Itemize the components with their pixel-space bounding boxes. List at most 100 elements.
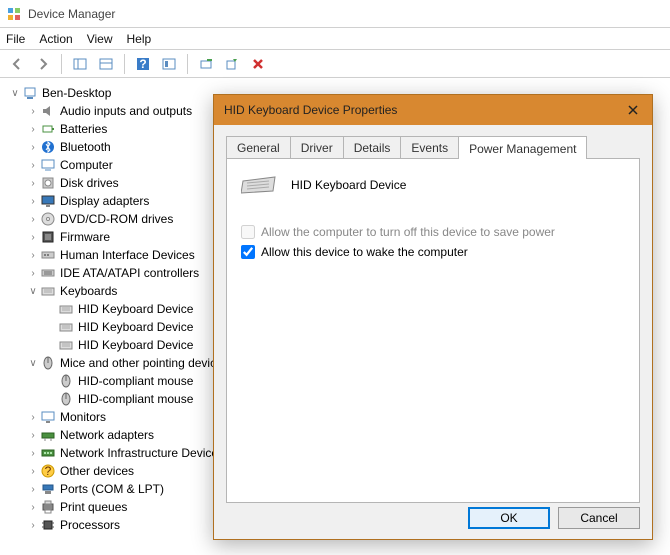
dialog-titlebar[interactable]: HID Keyboard Device Properties [214,95,652,125]
ports-icon [40,481,56,497]
keyboard-icon [40,283,56,299]
expander-icon[interactable]: › [26,232,40,243]
tree-category-label: Computer [60,158,113,172]
tree-category-label: Keyboards [60,284,117,298]
tree-category-label: Monitors [60,410,106,424]
toolbar-separator [187,54,188,74]
window-titlebar: Device Manager [0,0,670,28]
close-button[interactable] [624,101,642,119]
computer-icon [40,157,56,173]
menu-view[interactable]: View [87,32,113,46]
window-title: Device Manager [28,7,115,21]
ok-button[interactable]: OK [468,507,550,529]
dvd-icon [40,211,56,227]
tab-events[interactable]: Events [400,136,459,158]
pc-icon [22,85,38,101]
ide-icon [40,265,56,281]
checkbox-allow-wake-input[interactable] [241,245,255,259]
expander-icon[interactable]: › [26,178,40,189]
tree-category-label: Network Infrastructure Devices [60,446,224,460]
expander-icon[interactable]: › [26,484,40,495]
tree-category-label: DVD/CD-ROM drives [60,212,173,226]
tab-driver[interactable]: Driver [290,136,344,158]
monitor-icon [40,409,56,425]
expander-icon[interactable]: › [26,196,40,207]
tree-root-label: Ben-Desktop [42,86,111,100]
tree-category-label: Ports (COM & LPT) [60,482,164,496]
battery-icon [40,121,56,137]
tree-device-label: HID Keyboard Device [78,338,193,352]
hid-icon [40,247,56,263]
menubar: File Action View Help [0,28,670,50]
expander-icon[interactable]: › [26,106,40,117]
expander-icon[interactable]: ∨ [26,286,40,297]
toolbar-uninstall[interactable] [247,53,269,75]
checkbox-allow-wake[interactable]: Allow this device to wake the computer [241,245,625,259]
expander-icon[interactable]: › [26,268,40,279]
dialog-title: HID Keyboard Device Properties [224,103,397,117]
network-icon [40,427,56,443]
back-button[interactable] [6,53,28,75]
dialog-button-row: OK Cancel [468,507,640,529]
expander-icon[interactable]: › [26,412,40,423]
toolbar-separator [61,54,62,74]
tree-category-label: IDE ATA/ATAPI controllers [60,266,199,280]
expander-icon[interactable]: › [26,142,40,153]
toolbar-properties[interactable] [95,53,117,75]
tree-category-label: Other devices [60,464,134,478]
display-icon [40,193,56,209]
toolbar-show-hide[interactable] [69,53,91,75]
expander-icon[interactable]: ∨ [8,88,22,99]
keyboard-icon [58,319,74,335]
toolbar-help[interactable]: ? [132,53,154,75]
expander-icon[interactable]: › [26,214,40,225]
menu-file[interactable]: File [6,32,25,46]
app-icon [6,6,22,22]
netinfra-icon [40,445,56,461]
tree-category-label: Human Interface Devices [60,248,195,262]
keyboard-icon [241,175,277,195]
menu-action[interactable]: Action [39,32,72,46]
checkbox-allow-turnoff-input [241,225,255,239]
forward-button[interactable] [32,53,54,75]
print-icon [40,499,56,515]
tree-device-label: HID-compliant mouse [78,392,193,406]
tab-page-power-management: HID Keyboard Device Allow the computer t… [226,158,640,503]
tab-details[interactable]: Details [343,136,402,158]
expander-icon[interactable]: › [26,124,40,135]
cancel-button[interactable]: Cancel [558,507,640,529]
tree-category-label: Mice and other pointing devices [60,356,229,370]
mouse-icon [58,391,74,407]
tab-power-management[interactable]: Power Management [458,136,587,159]
tree-category-label: Firmware [60,230,110,244]
firmware-icon [40,229,56,245]
toolbar-scan[interactable] [195,53,217,75]
tree-category-label: Bluetooth [60,140,111,154]
toolbar: ? [0,50,670,78]
tree-category-label: Processors [60,518,120,532]
toolbar-update[interactable] [221,53,243,75]
tree-category-label: Network adapters [60,428,154,442]
expander-icon[interactable]: ∨ [26,358,40,369]
toolbar-action[interactable] [158,53,180,75]
checkbox-allow-turnoff-label: Allow the computer to turn off this devi… [261,225,555,239]
mouse-icon [40,355,56,371]
expander-icon[interactable]: › [26,160,40,171]
other-icon: ? [40,463,56,479]
svg-text:?: ? [139,57,146,71]
dialog-tabs: GeneralDriverDetailsEventsPower Manageme… [226,135,640,158]
mouse-icon [58,373,74,389]
tree-category-label: Batteries [60,122,107,136]
expander-icon[interactable]: › [26,430,40,441]
expander-icon[interactable]: › [26,448,40,459]
expander-icon[interactable]: › [26,250,40,261]
expander-icon[interactable]: › [26,520,40,531]
tab-general[interactable]: General [226,136,291,158]
checkbox-allow-wake-label: Allow this device to wake the computer [261,245,468,259]
menu-help[interactable]: Help [127,32,152,46]
expander-icon[interactable]: › [26,466,40,477]
keyboard-icon [58,301,74,317]
tree-device-label: HID Keyboard Device [78,302,193,316]
device-header: HID Keyboard Device [241,175,625,195]
expander-icon[interactable]: › [26,502,40,513]
